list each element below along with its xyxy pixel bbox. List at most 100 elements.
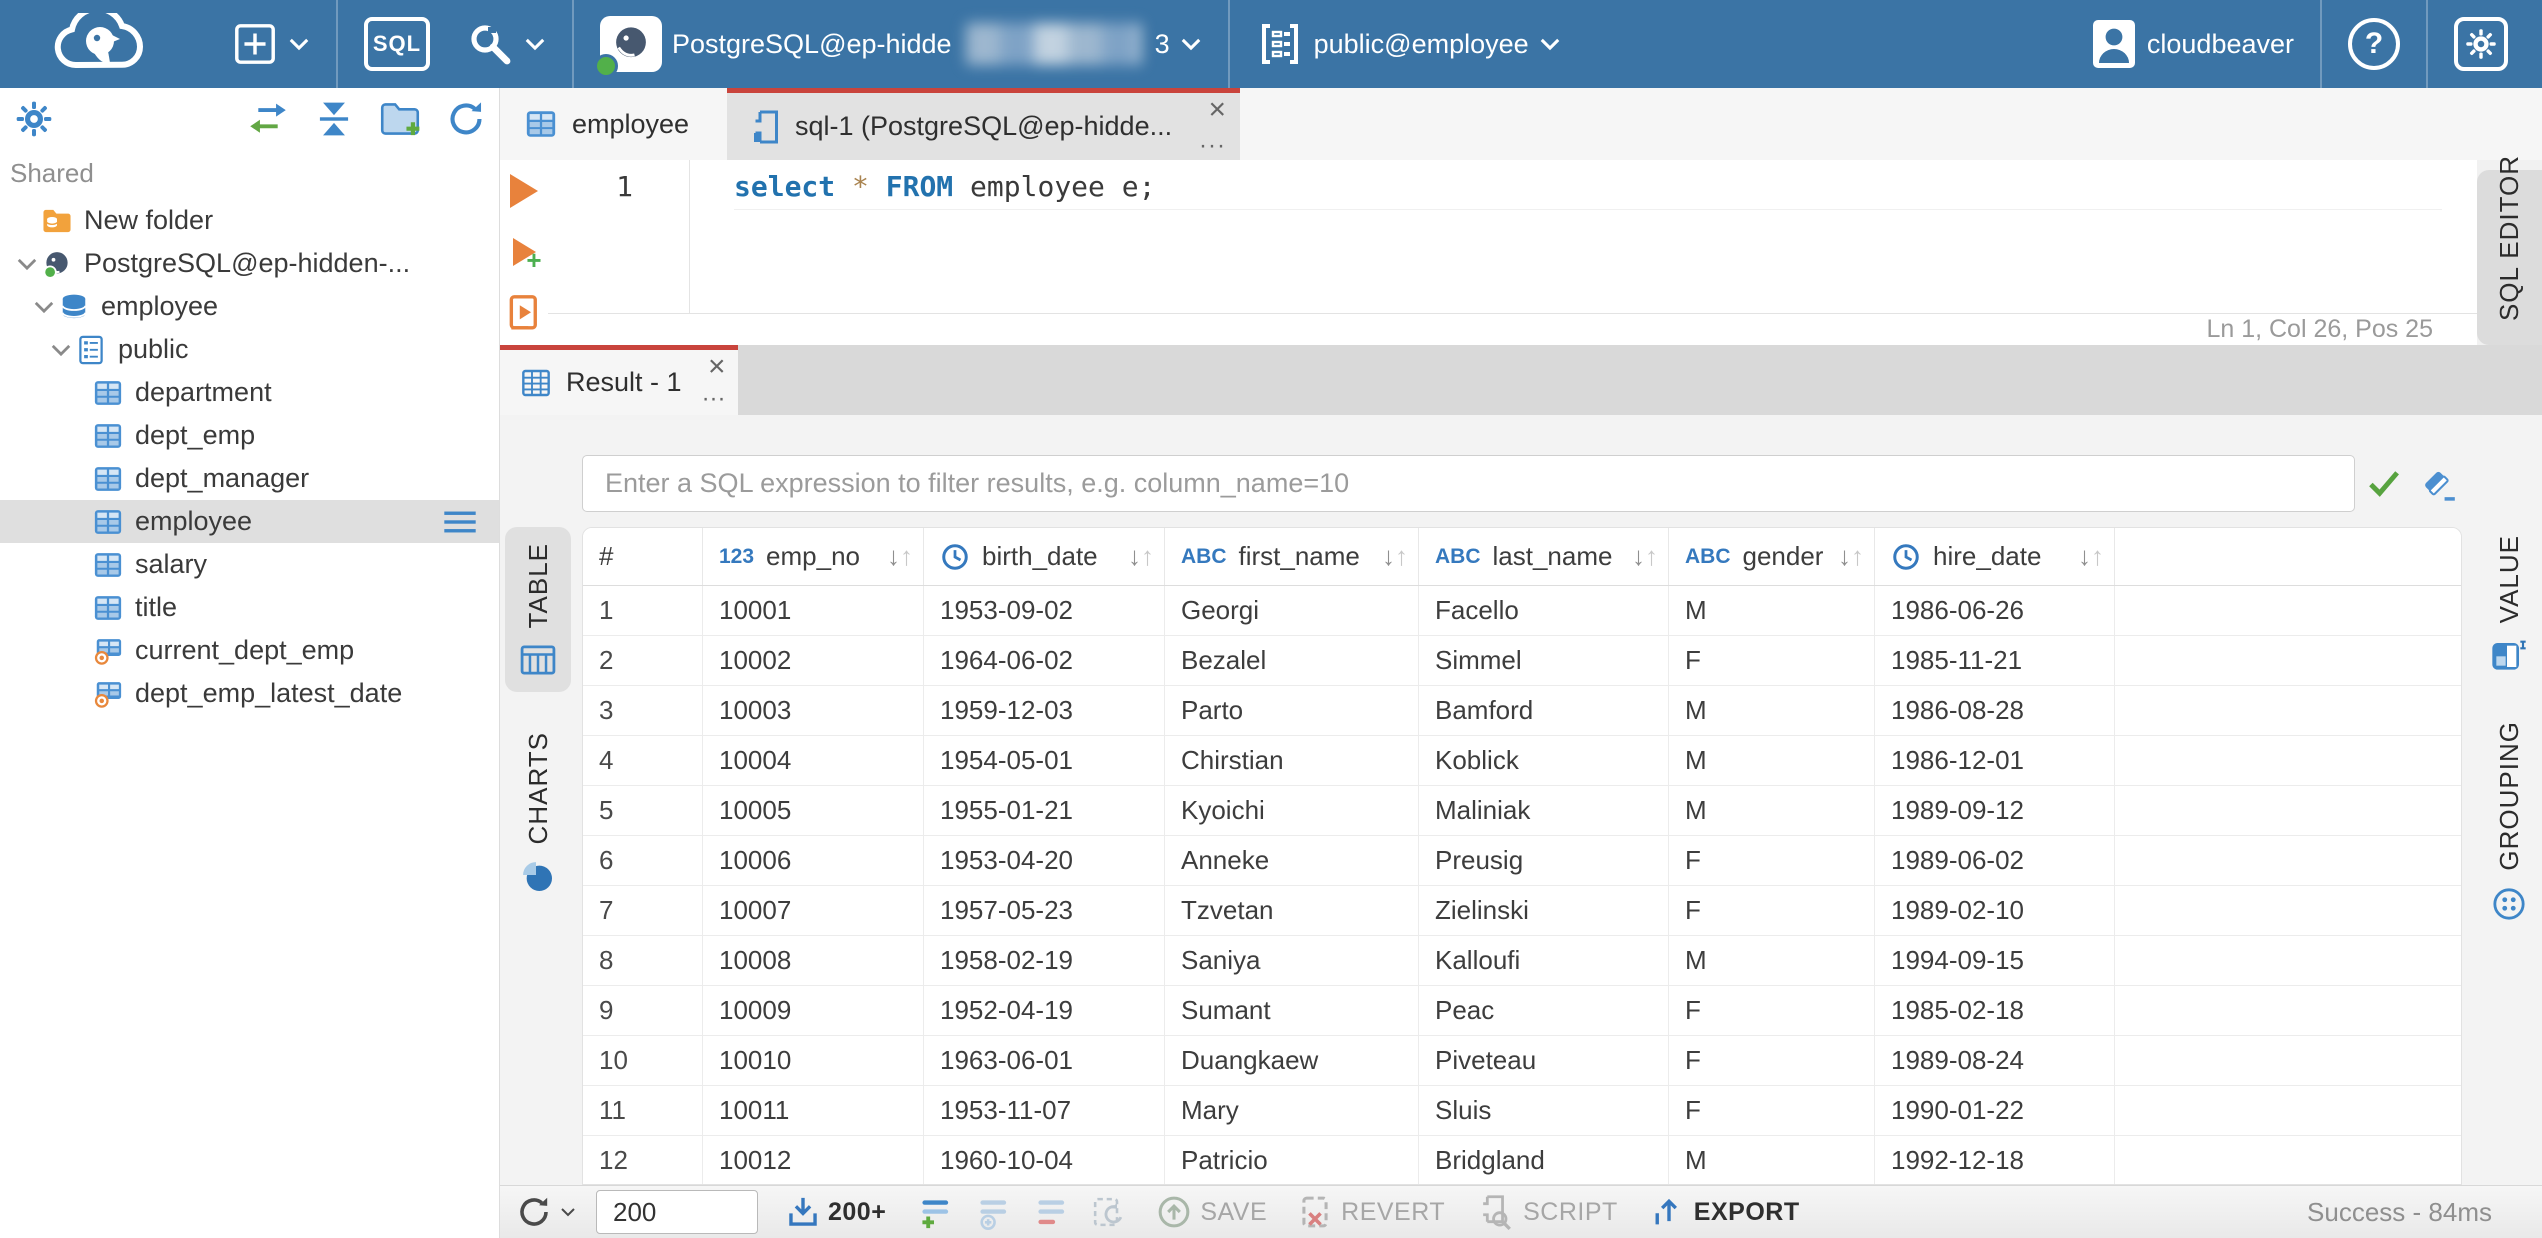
data-cell[interactable]: 10002 — [703, 636, 924, 685]
data-cell[interactable]: M — [1669, 1136, 1875, 1184]
data-cell[interactable]: 10007 — [703, 886, 924, 935]
tab-value-panel[interactable]: VALUE — [2478, 535, 2540, 671]
tab-charts-view[interactable]: CHARTS — [505, 716, 571, 908]
sort-arrows-icon[interactable]: ↓↑ — [887, 541, 923, 572]
clear-filter-icon[interactable] — [2418, 465, 2458, 508]
expand-chevron-slot[interactable] — [46, 343, 76, 357]
data-cell[interactable]: Tzvetan — [1165, 886, 1419, 935]
data-cell[interactable]: 1952-04-19 — [924, 986, 1165, 1035]
tree-item-salary[interactable]: salary — [0, 543, 499, 586]
data-cell[interactable]: M — [1669, 586, 1875, 635]
delete-row-button[interactable] — [1032, 1194, 1068, 1230]
data-cell[interactable]: 1986-06-26 — [1875, 586, 2115, 635]
data-cell[interactable]: M — [1669, 786, 1875, 835]
tree-item-department[interactable]: department — [0, 371, 499, 414]
item-actions-menu-icon[interactable] — [443, 510, 477, 534]
sql-editor-button[interactable]: SQL — [338, 0, 456, 88]
tree-item-postgresql-ep-hidden-[interactable]: PostgreSQL@ep-hidden-... — [0, 242, 499, 285]
sort-arrows-icon[interactable]: ↓↑ — [1838, 541, 1874, 572]
row-limit-input[interactable] — [596, 1190, 758, 1234]
data-cell[interactable]: Facello — [1419, 586, 1669, 635]
data-cell[interactable]: 1964-06-02 — [924, 636, 1165, 685]
data-cell[interactable]: Kyoichi — [1165, 786, 1419, 835]
tree-item-current-dept-emp[interactable]: current_dept_emp — [0, 629, 499, 672]
data-cell[interactable]: Simmel — [1419, 636, 1669, 685]
row-number-cell[interactable]: 1 — [583, 586, 703, 635]
fetch-more-button[interactable]: 200+ — [786, 1195, 886, 1229]
row-number-cell[interactable]: 5 — [583, 786, 703, 835]
sort-arrows-icon[interactable]: ↓↑ — [1632, 541, 1668, 572]
data-cell[interactable]: 10004 — [703, 736, 924, 785]
row-number-cell[interactable]: 12 — [583, 1136, 703, 1184]
column-header-birth_date[interactable]: birth_date ↓↑ — [924, 528, 1165, 585]
data-cell[interactable]: Maliniak — [1419, 786, 1669, 835]
data-cell[interactable]: 1992-12-18 — [1875, 1136, 2115, 1184]
tab-menu-icon[interactable]: ··· — [702, 385, 726, 413]
close-icon[interactable]: × — [708, 350, 726, 384]
column-header-emp_no[interactable]: 123 emp_no ↓↑ — [703, 528, 924, 585]
new-folder-icon[interactable] — [379, 101, 421, 137]
data-cell[interactable]: 10006 — [703, 836, 924, 885]
execute-script-icon[interactable] — [507, 294, 541, 337]
tree-item-dept-emp-latest-date[interactable]: dept_emp_latest_date — [0, 672, 499, 715]
sort-arrows-icon[interactable]: ↓↑ — [1128, 541, 1164, 572]
data-cell[interactable]: F — [1669, 636, 1875, 685]
add-row-button[interactable] — [916, 1194, 952, 1230]
sort-arrows-icon[interactable]: ↓↑ — [2078, 541, 2114, 572]
data-cell[interactable]: Piveteau — [1419, 1036, 1669, 1085]
data-cell[interactable]: Duangkaew — [1165, 1036, 1419, 1085]
apply-filter-icon[interactable] — [2366, 467, 2402, 504]
data-cell[interactable]: 10010 — [703, 1036, 924, 1085]
driver-tools-button[interactable] — [456, 0, 572, 88]
tree-item-dept-emp[interactable]: dept_emp — [0, 414, 499, 457]
data-cell[interactable]: 10001 — [703, 586, 924, 635]
data-cell[interactable]: 1963-06-01 — [924, 1036, 1165, 1085]
revert-button[interactable]: REVERT — [1297, 1194, 1445, 1230]
export-button[interactable]: EXPORT — [1652, 1195, 1800, 1229]
data-cell[interactable]: 1989-08-24 — [1875, 1036, 2115, 1085]
column-header-first_name[interactable]: ABC first_name ↓↑ — [1165, 528, 1419, 585]
row-number-cell[interactable]: 10 — [583, 1036, 703, 1085]
tab-result-1[interactable]: Result - 1 × ··· — [500, 345, 738, 415]
data-cell[interactable]: Sumant — [1165, 986, 1419, 1035]
data-cell[interactable]: 1954-05-01 — [924, 736, 1165, 785]
data-cell[interactable]: Patricio — [1165, 1136, 1419, 1184]
data-cell[interactable]: Sluis — [1419, 1086, 1669, 1135]
data-cell[interactable]: 1990-01-22 — [1875, 1086, 2115, 1135]
data-cell[interactable]: 1986-08-28 — [1875, 686, 2115, 735]
column-header-hire_date[interactable]: hire_date ↓↑ — [1875, 528, 2115, 585]
row-number-cell[interactable]: 9 — [583, 986, 703, 1035]
data-cell[interactable]: 1994-09-15 — [1875, 936, 2115, 985]
data-cell[interactable]: 10009 — [703, 986, 924, 1035]
data-cell[interactable]: M — [1669, 936, 1875, 985]
data-cell[interactable]: Preusig — [1419, 836, 1669, 885]
data-cell[interactable]: Bamford — [1419, 686, 1669, 735]
row-number-cell[interactable]: 6 — [583, 836, 703, 885]
data-cell[interactable]: 1985-02-18 — [1875, 986, 2115, 1035]
close-icon[interactable]: × — [1208, 95, 1226, 125]
tab-menu-icon[interactable]: ··· — [1199, 134, 1226, 158]
link-with-editor-icon[interactable] — [247, 102, 289, 136]
tree-item-employee[interactable]: employee — [0, 500, 499, 543]
data-cell[interactable]: F — [1669, 1086, 1875, 1135]
data-cell[interactable]: 1958-02-19 — [924, 936, 1165, 985]
sort-arrows-icon[interactable]: ↓↑ — [1382, 541, 1418, 572]
data-cell[interactable]: F — [1669, 836, 1875, 885]
column-header-last_name[interactable]: ABC last_name ↓↑ — [1419, 528, 1669, 585]
data-cell[interactable]: 1955-01-21 — [924, 786, 1165, 835]
execute-new-tab-icon[interactable]: + — [512, 238, 542, 275]
data-cell[interactable]: Peac — [1419, 986, 1669, 1035]
expand-chevron-slot[interactable] — [29, 300, 59, 314]
data-cell[interactable]: M — [1669, 686, 1875, 735]
data-cell[interactable]: Anneke — [1165, 836, 1419, 885]
help-button[interactable]: ? — [2322, 0, 2426, 88]
data-cell[interactable]: Parto — [1165, 686, 1419, 735]
filter-input[interactable] — [582, 455, 2355, 512]
data-cell[interactable]: 10012 — [703, 1136, 924, 1184]
data-cell[interactable]: 1953-09-02 — [924, 586, 1165, 635]
refresh-results-button[interactable] — [516, 1194, 576, 1230]
data-cell[interactable]: 10008 — [703, 936, 924, 985]
data-cell[interactable]: Georgi — [1165, 586, 1419, 635]
tree-item-new-folder[interactable]: New folder — [0, 199, 499, 242]
tree-item-title[interactable]: title — [0, 586, 499, 629]
